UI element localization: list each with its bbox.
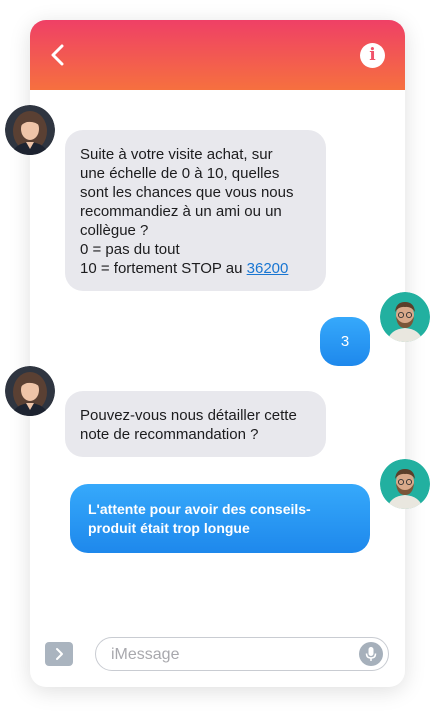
chevron-left-icon (51, 44, 64, 66)
message-line: produit était trop longue (88, 520, 250, 536)
message-bubble-incoming: Suite à votre visite achat, sur une éche… (65, 130, 326, 291)
message-bubble-outgoing: L'attente pour avoir des conseils- produ… (70, 484, 370, 553)
avatar-woman (5, 366, 55, 416)
message-bubble-incoming: Pouvez-vous nous détailler cette note de… (65, 391, 326, 457)
message-line: recommandiez à un ami ou un (80, 203, 282, 220)
message-text: 10 = fortement STOP au (80, 260, 247, 277)
message-line: collègue ? (80, 222, 149, 239)
apps-button[interactable] (45, 642, 73, 666)
message-line: note de recommandation ? (80, 426, 259, 443)
message-text: 3 (340, 333, 350, 350)
info-button[interactable]: i (360, 43, 385, 68)
avatar-man (380, 459, 430, 509)
imessage-input-wrapper (95, 637, 389, 672)
sms-number-link[interactable]: 36200 (247, 260, 289, 277)
chat-header: i (30, 20, 405, 90)
message-line: sont les chances que vous nous (80, 184, 294, 201)
message-composer (30, 620, 405, 687)
message-bubble-outgoing: 3 (320, 317, 370, 366)
phone-frame: i Suite à votre visite achat, sur une éc… (30, 20, 405, 687)
message-line: une échelle de 0 à 10, quelles (80, 165, 280, 182)
chevron-right-icon (56, 648, 63, 660)
microphone-icon (365, 647, 377, 661)
info-icon: i (369, 45, 376, 65)
microphone-button[interactable] (359, 642, 383, 666)
imessage-input[interactable] (109, 638, 353, 672)
man-avatar-icon (380, 292, 430, 342)
message-line: Suite à votre visite achat, sur (80, 146, 273, 163)
back-button[interactable] (44, 42, 70, 68)
message-line: L'attente pour avoir des conseils- (88, 501, 311, 517)
woman-avatar-icon (5, 366, 55, 416)
avatar-woman (5, 105, 55, 155)
woman-avatar-icon (5, 105, 55, 155)
message-line: 0 = pas du tout (80, 241, 180, 258)
man-avatar-icon (380, 459, 430, 509)
avatar-man (380, 292, 430, 342)
message-line: 10 = fortement STOP au 36200 (80, 259, 312, 278)
message-line: Pouvez-vous nous détailler cette (80, 407, 297, 424)
